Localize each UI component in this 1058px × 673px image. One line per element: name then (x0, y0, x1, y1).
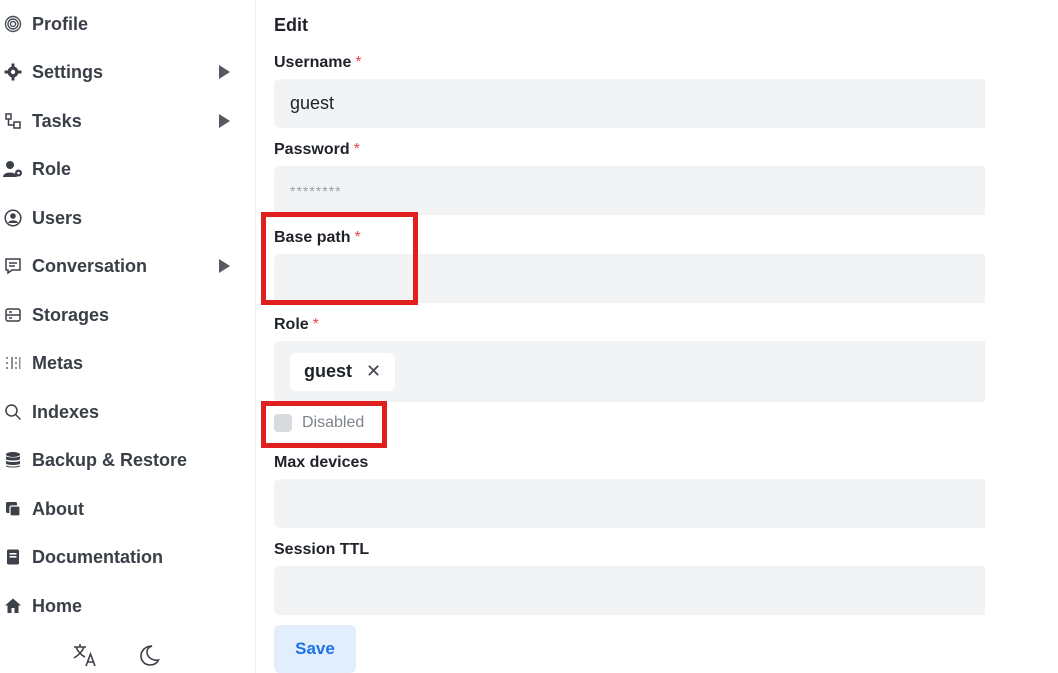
sidebar-item-about[interactable]: About (0, 485, 255, 533)
chevron-right-icon[interactable] (219, 65, 230, 79)
username-input[interactable]: guest (274, 79, 985, 128)
password-input[interactable]: ******** (274, 166, 985, 215)
sidebar-item-metas[interactable]: Metas (0, 339, 255, 387)
copy-icon (2, 498, 24, 520)
role-chip-label: guest (304, 361, 353, 381)
fingerprint-icon (2, 13, 24, 35)
required-mark: * (353, 141, 360, 158)
tasks-icon (2, 110, 24, 132)
max-devices-label: Max devices (274, 454, 369, 471)
sidebar-item-users[interactable]: Users (0, 194, 255, 242)
sidebar-item-role[interactable]: Role (0, 145, 255, 193)
username-label-text: Username (274, 54, 352, 71)
sidebar-item-label: Indexes (32, 401, 100, 422)
sidebar-item-documentation[interactable]: Documentation (0, 533, 255, 581)
home-icon (2, 595, 24, 617)
highlight-box-base-path (261, 212, 418, 305)
sidebar-item-label: Backup & Restore (32, 449, 188, 470)
username-label: Username * (274, 54, 362, 72)
database-icon (2, 449, 24, 471)
sidebar-item-label: Home (32, 595, 83, 616)
chevron-right-icon[interactable] (219, 114, 230, 128)
sidebar: Profile Settings Tasks Role Users Conver… (0, 0, 256, 673)
sidebar-item-storages[interactable]: Storages (0, 291, 255, 339)
sidebar-item-label: Metas (32, 352, 84, 373)
password-label: Password * (274, 141, 360, 159)
chevron-right-icon[interactable] (219, 259, 230, 273)
close-icon[interactable]: ✕ (366, 361, 381, 382)
max-devices-input[interactable] (274, 479, 985, 528)
moon-icon[interactable] (134, 640, 164, 670)
save-button[interactable]: Save (274, 625, 356, 673)
sidebar-item-backup-restore[interactable]: Backup & Restore (0, 436, 255, 484)
role-label: Role * (274, 316, 319, 334)
sidebar-item-settings[interactable]: Settings (0, 48, 255, 96)
sidebar-item-label: Role (32, 158, 72, 179)
password-label-text: Password (274, 141, 350, 158)
session-ttl-input[interactable] (274, 566, 985, 615)
user-gear-icon (2, 158, 24, 180)
sidebar-item-indexes[interactable]: Indexes (0, 388, 255, 436)
sidebar-item-tasks[interactable]: Tasks (0, 97, 255, 145)
sidebar-item-label: Documentation (32, 546, 164, 567)
sidebar-item-label: Profile (32, 13, 89, 34)
sidebar-item-label: Tasks (32, 110, 82, 131)
sidebar-item-home[interactable]: Home (0, 582, 255, 630)
user-circle-icon (2, 207, 24, 229)
storage-icon (2, 304, 24, 326)
sidebar-item-label: Storages (32, 304, 110, 325)
role-label-text: Role (274, 316, 309, 333)
required-mark: * (312, 316, 319, 333)
sidebar-item-conversation[interactable]: Conversation (0, 242, 255, 290)
sidebar-item-label: About (32, 498, 84, 519)
highlight-box-disabled (261, 401, 387, 448)
sidebar-item-label: Settings (32, 61, 104, 82)
password-placeholder: ******** (290, 182, 342, 199)
chat-icon (2, 255, 24, 277)
sidebar-item-label: Conversation (32, 255, 148, 276)
role-select[interactable]: guest ✕ (274, 341, 985, 402)
book-icon (2, 546, 24, 568)
role-chip: guest ✕ (290, 352, 396, 391)
session-ttl-label: Session TTL (274, 541, 370, 558)
page-title: Edit (274, 15, 308, 35)
edit-user-form: Edit Username * guest Password * ******** … (256, 0, 985, 673)
translate-icon[interactable] (70, 640, 100, 670)
sidebar-item-label: Users (32, 207, 83, 228)
sidebar-item-profile[interactable]: Profile (0, 0, 255, 48)
metas-icon (2, 352, 24, 374)
right-blank-area (985, 0, 1058, 673)
search-icon (2, 401, 24, 423)
required-mark: * (355, 54, 362, 71)
gear-icon (2, 61, 24, 83)
username-value: guest (290, 93, 335, 113)
sidebar-footer (70, 640, 164, 670)
